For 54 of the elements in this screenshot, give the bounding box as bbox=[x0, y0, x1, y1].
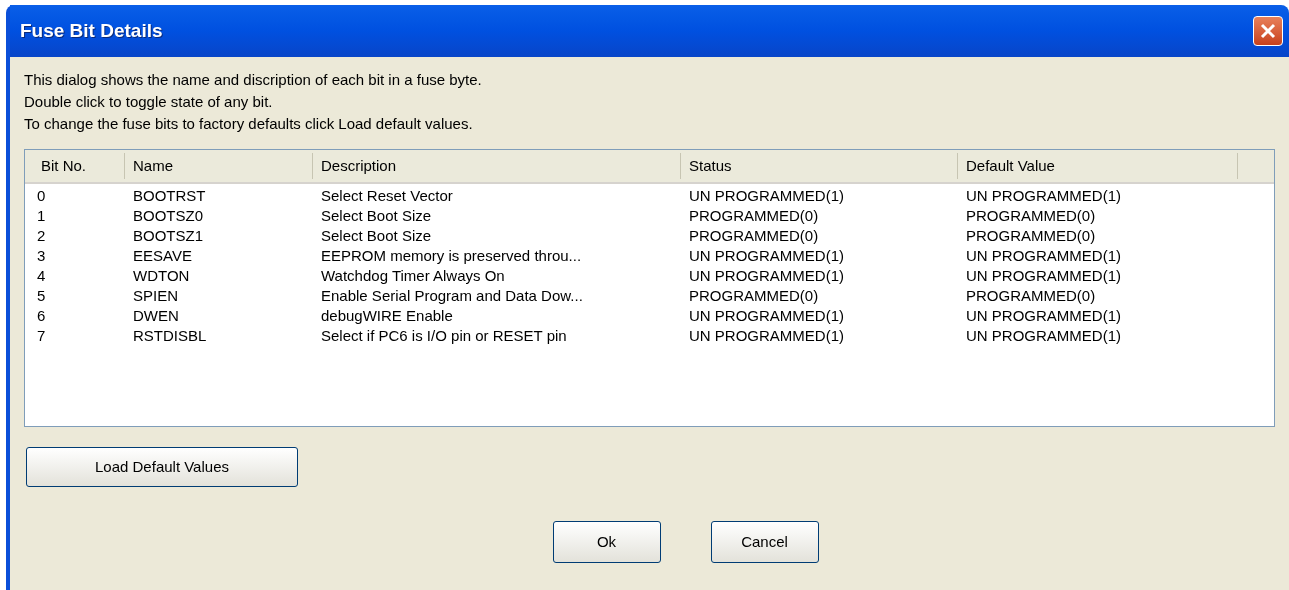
table-cell-text: Watchdog Timer Always On bbox=[320, 265, 506, 286]
close-button[interactable] bbox=[1253, 16, 1283, 46]
table-cell-text: UN PROGRAMMED(1) bbox=[965, 245, 1122, 266]
column-header[interactable]: Description bbox=[313, 153, 681, 179]
table-cell-text: EESAVE bbox=[132, 245, 193, 266]
table-cell-text: 5 bbox=[36, 285, 47, 306]
table-cell-text: PROGRAMMED(0) bbox=[688, 205, 820, 226]
table-cell-text: PROGRAMMED(0) bbox=[965, 205, 1097, 226]
table-cell-text: EEPROM memory is preserved throu... bbox=[320, 245, 583, 266]
table-cell-text: DWEN bbox=[132, 305, 180, 326]
table-cell-text: PROGRAMMED(0) bbox=[688, 225, 820, 246]
table-cell-text: PROGRAMMED(0) bbox=[965, 285, 1097, 306]
dialog-button[interactable]: Ok bbox=[552, 521, 661, 563]
table-cell-text: 7 bbox=[36, 325, 47, 346]
instruction-text: This dialog shows the name and discription of each bit in a fuse byte. bbox=[24, 70, 483, 90]
table-cell-text: 2 bbox=[36, 225, 47, 246]
table-cell-text: SPIEN bbox=[132, 285, 179, 306]
dialog-button[interactable]: Cancel bbox=[710, 521, 819, 563]
table-cell-text: UN PROGRAMMED(1) bbox=[688, 325, 845, 346]
table-cell-text: debugWIRE Enable bbox=[320, 305, 454, 326]
column-header[interactable]: Name bbox=[125, 153, 313, 179]
table-cell-text: 6 bbox=[36, 305, 47, 326]
table-cell-text: 4 bbox=[36, 265, 47, 286]
table-cell-text: BOOTRST bbox=[132, 185, 207, 206]
instruction-text: Double click to toggle state of any bit. bbox=[24, 92, 274, 112]
table-cell-text: Enable Serial Program and Data Dow... bbox=[320, 285, 584, 306]
instruction-text: To change the fuse bits to factory defaults click Load default values. bbox=[24, 114, 474, 134]
table-cell-text: UN PROGRAMMED(1) bbox=[688, 245, 845, 266]
table-cell-text: 0 bbox=[36, 185, 47, 206]
table-cell-text: UN PROGRAMMED(1) bbox=[688, 305, 845, 326]
table-cell-text: UN PROGRAMMED(1) bbox=[688, 185, 845, 206]
table-cell-text: 1 bbox=[36, 205, 47, 226]
table-cell-text: Select Boot Size bbox=[320, 205, 433, 226]
table-cell-text: Select Reset Vector bbox=[320, 185, 454, 206]
table-cell-text: Select if PC6 is I/O pin or RESET pin bbox=[320, 325, 568, 346]
table-cell-text: UN PROGRAMMED(1) bbox=[965, 305, 1122, 326]
table-cell-text: WDTON bbox=[132, 265, 191, 286]
table-cell-text: 3 bbox=[36, 245, 47, 266]
table-cell-text: BOOTSZ1 bbox=[132, 225, 204, 246]
table-cell-text: UN PROGRAMMED(1) bbox=[965, 265, 1122, 286]
table-cell-text: Select Boot Size bbox=[320, 225, 433, 246]
table-cell-text: RSTDISBL bbox=[132, 325, 208, 346]
table-cell-text: PROGRAMMED(0) bbox=[688, 285, 820, 306]
load-defaults-button[interactable]: Load Default Values bbox=[26, 447, 298, 487]
column-header[interactable]: Bit No. bbox=[33, 153, 125, 179]
window-title: Fuse Bit Details bbox=[20, 18, 163, 43]
close-icon bbox=[1260, 23, 1276, 39]
table-cell-text: PROGRAMMED(0) bbox=[965, 225, 1097, 246]
table-cell-text: UN PROGRAMMED(1) bbox=[965, 185, 1122, 206]
column-header[interactable]: Status bbox=[681, 153, 958, 179]
table-cell-text: BOOTSZ0 bbox=[132, 205, 204, 226]
table-cell-text: UN PROGRAMMED(1) bbox=[965, 325, 1122, 346]
table-cell-text: UN PROGRAMMED(1) bbox=[688, 265, 845, 286]
column-header[interactable]: Default Value bbox=[958, 153, 1238, 179]
